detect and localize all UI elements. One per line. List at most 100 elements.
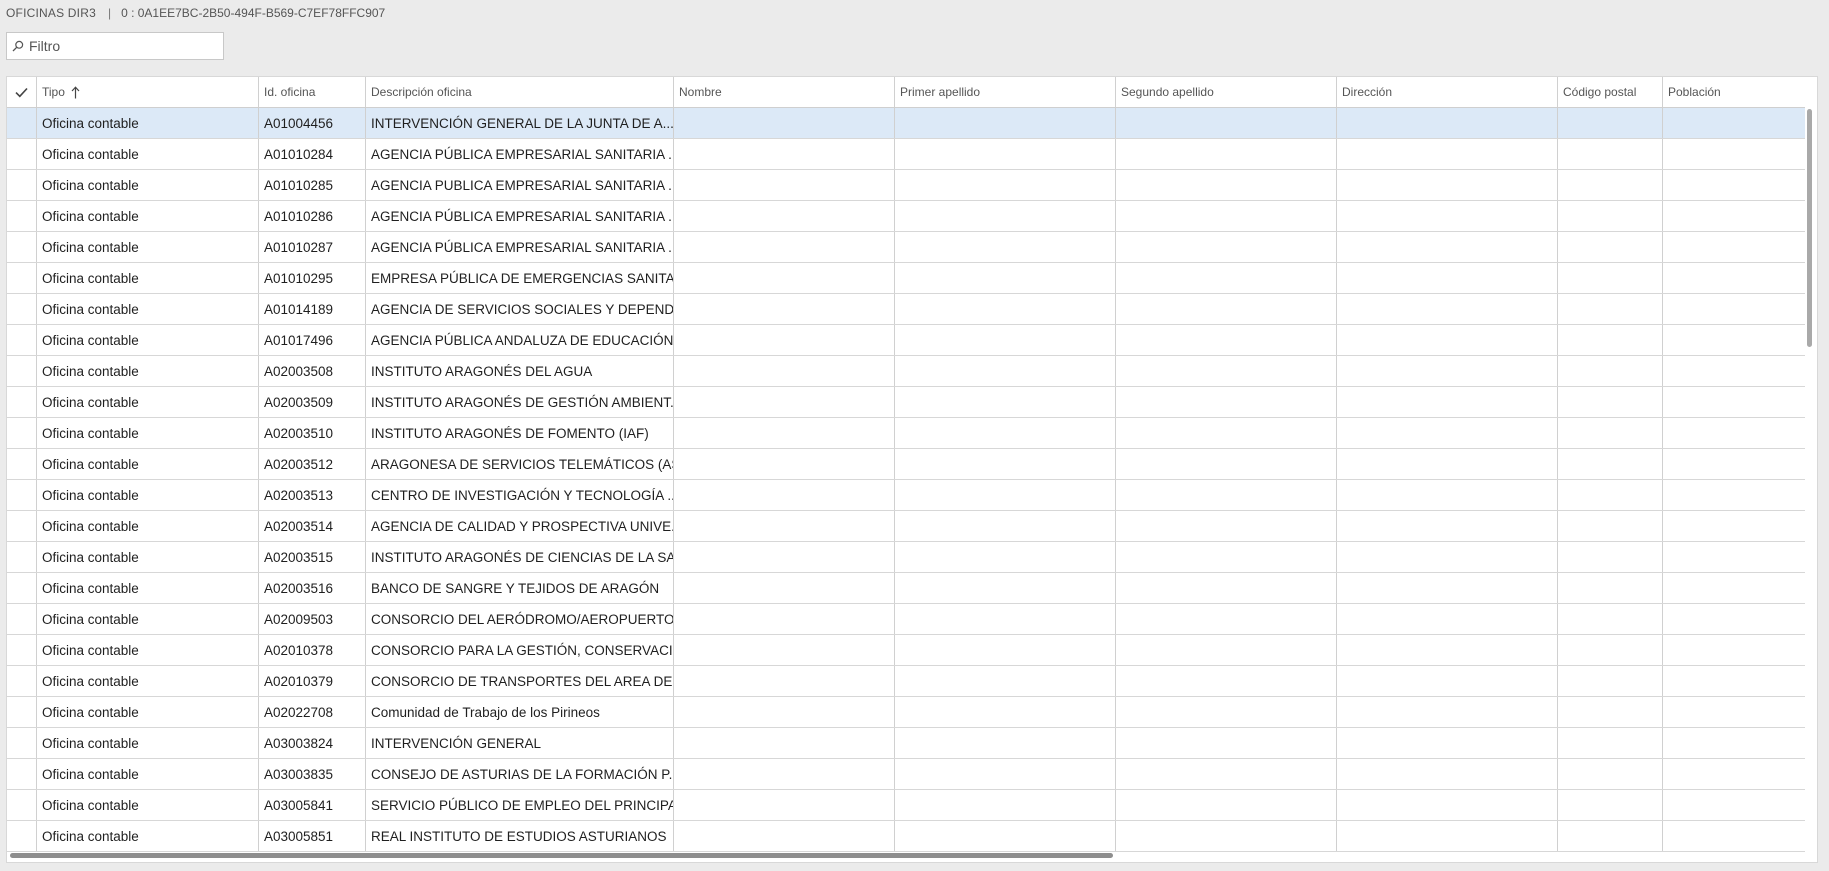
table-row[interactable]: Oficina contable A02003508 INSTITUTO ARAGO… [7, 356, 1805, 387]
table-row[interactable]: Oficina contable A01004456 INTERVENCIÓN GE… [7, 108, 1805, 139]
table-cell [895, 821, 1116, 851]
row-select-cell[interactable] [7, 821, 37, 851]
table-cell [674, 108, 895, 138]
table-row[interactable]: Oficina contable A01010287 AGENCIA PÚBLICA… [7, 232, 1805, 263]
filter-input[interactable] [29, 38, 217, 54]
table-row[interactable]: Oficina contable A01017496 AGENCIA PÚBLICA… [7, 325, 1805, 356]
column-header-direccion[interactable]: Dirección [1337, 77, 1558, 107]
table-cell [674, 356, 895, 386]
title-separator: | [107, 6, 112, 20]
column-header-tipo[interactable]: Tipo [37, 77, 259, 107]
column-header-nombre[interactable]: Nombre [674, 77, 895, 107]
table-cell: INTERVENCIÓN GENERAL DE LA JUNTA DE A... [366, 108, 674, 138]
table-cell [1663, 697, 1805, 727]
table-row[interactable]: Oficina contable A01014189 AGENCIA DE SERV… [7, 294, 1805, 325]
column-header-descripcion-oficina[interactable]: Descripción oficina [366, 77, 674, 107]
table-cell [1337, 604, 1558, 634]
table-row[interactable]: Oficina contable A02003514 AGENCIA DE CALI… [7, 511, 1805, 542]
row-select-cell[interactable] [7, 418, 37, 448]
vertical-scrollbar[interactable] [1805, 107, 1815, 847]
table-cell: A02003513 [259, 480, 366, 510]
table-cell [674, 480, 895, 510]
row-select-cell[interactable] [7, 728, 37, 758]
table-cell: A02003515 [259, 542, 366, 572]
table-cell [1116, 263, 1337, 293]
row-select-cell[interactable] [7, 790, 37, 820]
table-row[interactable]: Oficina contable A01010295 EMPRESA PÚBLICA… [7, 263, 1805, 294]
row-select-cell[interactable] [7, 573, 37, 603]
table-row[interactable]: Oficina contable A02003509 INSTITUTO ARAGO… [7, 387, 1805, 418]
row-select-cell[interactable] [7, 201, 37, 231]
table-cell [1337, 666, 1558, 696]
table-cell: Oficina contable [37, 325, 259, 355]
row-select-cell[interactable] [7, 480, 37, 510]
row-select-cell[interactable] [7, 511, 37, 541]
table-cell [674, 728, 895, 758]
table-cell [1337, 728, 1558, 758]
row-select-cell[interactable] [7, 263, 37, 293]
table-row[interactable]: Oficina contable A02010379 CONSORCIO DE TR… [7, 666, 1805, 697]
table-cell [1663, 139, 1805, 169]
table-cell [674, 232, 895, 262]
table-row[interactable]: Oficina contable A03003835 CONSEJO DE ASTU… [7, 759, 1805, 790]
table-row[interactable]: Oficina contable A01010284 AGENCIA PÚBLICA… [7, 139, 1805, 170]
table-cell [1337, 201, 1558, 231]
row-select-cell[interactable] [7, 232, 37, 262]
table-row[interactable]: Oficina contable A02010378 CONSORCIO PARA … [7, 635, 1805, 666]
column-header-primer-apellido[interactable]: Primer apellido [895, 77, 1116, 107]
horizontal-scrollbar-thumb[interactable] [10, 853, 1113, 858]
table-row[interactable]: Oficina contable A02009503 CONSORCIO DEL A… [7, 604, 1805, 635]
table-cell [1337, 170, 1558, 200]
row-select-cell[interactable] [7, 604, 37, 634]
table-row[interactable]: Oficina contable A02003512 ARAGONESA DE SE… [7, 449, 1805, 480]
row-select-cell[interactable] [7, 387, 37, 417]
row-select-cell[interactable] [7, 139, 37, 169]
table-cell [1337, 387, 1558, 417]
column-header-id-oficina[interactable]: Id. oficina [259, 77, 366, 107]
table-cell [1663, 356, 1805, 386]
row-select-cell[interactable] [7, 635, 37, 665]
column-header-segundo-apellido[interactable]: Segundo apellido [1116, 77, 1337, 107]
row-select-cell[interactable] [7, 666, 37, 696]
row-select-cell[interactable] [7, 170, 37, 200]
row-select-cell[interactable] [7, 449, 37, 479]
table-cell: AGENCIA PUBLICA EMPRESARIAL SANITARIA ..… [366, 170, 674, 200]
row-select-cell[interactable] [7, 294, 37, 324]
row-select-cell[interactable] [7, 697, 37, 727]
select-all-checkbox[interactable] [7, 77, 37, 107]
row-select-cell[interactable] [7, 108, 37, 138]
table-cell: Oficina contable [37, 170, 259, 200]
table-cell: Oficina contable [37, 728, 259, 758]
table-cell: A01004456 [259, 108, 366, 138]
row-select-cell[interactable] [7, 759, 37, 789]
table-cell [1116, 201, 1337, 231]
row-select-cell[interactable] [7, 325, 37, 355]
horizontal-scrollbar[interactable] [7, 848, 1805, 862]
table-row[interactable]: Oficina contable A03005841 SERVICIO PÚBLIC… [7, 790, 1805, 821]
table-row[interactable]: Oficina contable A03003824 INTERVENCIÓN GE… [7, 728, 1805, 759]
table-cell: AGENCIA PÚBLICA ANDALUZA DE EDUCACIÓN [366, 325, 674, 355]
table-row[interactable]: Oficina contable A02022708 Comunidad de Tr… [7, 697, 1805, 728]
table-cell: INSTITUTO ARAGONÉS DEL AGUA [366, 356, 674, 386]
table-row[interactable]: Oficina contable A01010286 AGENCIA PÚBLICA… [7, 201, 1805, 232]
table-row[interactable]: Oficina contable A02003515 INSTITUTO ARAGO… [7, 542, 1805, 573]
table-row[interactable]: Oficina contable A02003510 INSTITUTO ARAGO… [7, 418, 1805, 449]
column-header-codigo-postal[interactable]: Código postal [1558, 77, 1663, 107]
vertical-scrollbar-thumb[interactable] [1807, 109, 1812, 347]
table-row[interactable]: Oficina contable A02003516 BANCO DE SANGRE… [7, 573, 1805, 604]
filter-box[interactable] [6, 32, 224, 60]
table-cell [1663, 232, 1805, 262]
table-cell [1116, 139, 1337, 169]
table-cell: Oficina contable [37, 635, 259, 665]
row-select-cell[interactable] [7, 356, 37, 386]
column-header-poblacion[interactable]: Población [1663, 77, 1805, 107]
table-cell [895, 232, 1116, 262]
table-cell [1558, 604, 1663, 634]
table-row[interactable]: Oficina contable A01010285 AGENCIA PUBLICA… [7, 170, 1805, 201]
table-cell [674, 139, 895, 169]
table-row[interactable]: Oficina contable A02003513 CENTRO DE INVES… [7, 480, 1805, 511]
row-select-cell[interactable] [7, 542, 37, 572]
table-cell: INTERVENCIÓN GENERAL [366, 728, 674, 758]
table-cell [674, 294, 895, 324]
table-cell [1116, 170, 1337, 200]
